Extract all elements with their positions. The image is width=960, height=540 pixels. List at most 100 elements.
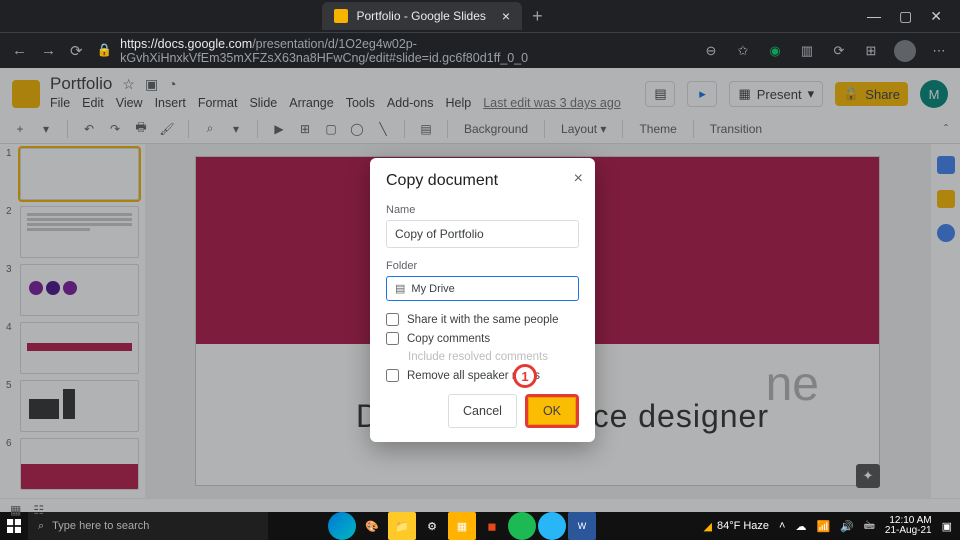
filmstrip-view-icon[interactable]: ☷ — [33, 503, 44, 517]
present-button[interactable]: ▦Present▾ — [729, 81, 823, 107]
menu-view[interactable]: View — [116, 96, 143, 110]
drive-icon: ▤ — [395, 282, 405, 295]
new-tab-button[interactable]: + — [522, 6, 553, 27]
zoom-icon[interactable]: ⊖ — [702, 43, 720, 59]
comment-history-button[interactable]: ▤ — [645, 81, 675, 107]
folder-picker[interactable]: ▤ My Drive — [386, 276, 579, 301]
app-menu-icon[interactable]: ⊞ — [862, 43, 880, 59]
slide-thumb-5[interactable] — [20, 380, 139, 432]
redo-icon[interactable]: ↷ — [107, 122, 123, 136]
share-button[interactable]: 🔒Share — [835, 82, 908, 106]
copy-comments-checkbox[interactable]: Copy comments — [386, 332, 579, 345]
extension-icon[interactable]: ◉ — [766, 43, 784, 59]
keep-addon-icon[interactable] — [937, 190, 955, 208]
forward-icon[interactable]: → — [41, 42, 56, 59]
grid-view-icon[interactable]: ▦ — [10, 503, 21, 517]
slide-thumb-1[interactable]: Your NameDigital experience designer — [20, 148, 139, 200]
window-minimize-icon[interactable]: — — [867, 8, 881, 25]
explore-button[interactable]: ✦ — [856, 464, 880, 488]
tray-chevron-icon[interactable]: ˄ — [779, 520, 785, 532]
slides-panel: 1Your NameDigital experience designer 2 … — [0, 144, 145, 498]
shape-icon[interactable]: ◯ — [349, 122, 365, 136]
more-icon[interactable]: ⋯ — [930, 43, 948, 59]
select-tool-icon[interactable]: ▶ — [271, 122, 287, 136]
slide-thumb-4[interactable] — [20, 322, 139, 374]
paint-format-icon[interactable]: 🖌 — [159, 122, 175, 136]
transition-button[interactable]: Transition — [707, 122, 765, 136]
zoom-tool-icon[interactable]: ⌕ — [202, 121, 218, 136]
remove-notes-checkbox[interactable]: Remove all speaker notes — [386, 369, 579, 382]
textbox-icon[interactable]: ⊞ — [297, 122, 313, 136]
slide-thumb-2[interactable] — [20, 206, 139, 258]
move-icon[interactable]: ▣ — [145, 76, 158, 93]
weather-text: 84°F Haze — [717, 520, 769, 532]
comment-icon[interactable]: ▤ — [418, 122, 434, 136]
share-same-checkbox[interactable]: Share it with the same people — [386, 313, 579, 326]
slide-thumb-3[interactable] — [20, 264, 139, 316]
layout-button[interactable]: Layout ▾ — [558, 122, 609, 136]
notifications-icon[interactable]: ▣ — [942, 520, 952, 533]
browser-avatar[interactable] — [894, 40, 916, 62]
address-bar[interactable]: 🔒 https://docs.google.com/presentation/d… — [97, 37, 688, 65]
tray-wifi-icon[interactable]: 📶 — [816, 520, 830, 533]
theme-button[interactable]: Theme — [636, 122, 679, 136]
name-input[interactable] — [386, 220, 579, 248]
ok-button[interactable]: OK — [528, 397, 576, 425]
background-button[interactable]: Background — [461, 122, 531, 136]
new-slide-icon[interactable]: + — [12, 122, 28, 136]
dialog-title: Copy document — [386, 172, 579, 190]
line-icon[interactable]: ╲ — [375, 122, 391, 136]
menu-addons[interactable]: Add-ons — [387, 96, 434, 110]
sync-icon[interactable]: ⟳ — [830, 43, 848, 59]
menu-tools[interactable]: Tools — [346, 96, 375, 110]
search-placeholder: Type here to search — [52, 520, 149, 532]
menu-arrange[interactable]: Arrange — [289, 96, 333, 110]
weather-widget[interactable]: ◢ 84°F Haze — [703, 520, 769, 533]
ok-button-highlight: OK — [525, 394, 579, 428]
collections-icon[interactable]: ▥ — [798, 43, 816, 59]
cancel-button[interactable]: Cancel — [448, 394, 517, 428]
menu-edit[interactable]: Edit — [82, 96, 104, 110]
slides-logo[interactable] — [12, 80, 40, 108]
app-header: Portfolio ☆ ▣ ◔ File Edit View Insert Fo… — [0, 68, 960, 114]
browser-tabbar: Portfolio - Google Slides × + — ▢ ✕ — [0, 0, 960, 32]
image-icon[interactable]: ▢ — [323, 122, 339, 136]
cloud-status-icon[interactable]: ◔ — [168, 76, 176, 92]
tray-volume-icon[interactable]: 🔊 — [840, 520, 854, 533]
menu-insert[interactable]: Insert — [155, 96, 186, 110]
tray-cloud-icon[interactable]: ☁ — [795, 520, 806, 533]
side-panel — [930, 144, 960, 498]
reload-icon[interactable]: ⟳ — [70, 42, 83, 60]
last-edit-text[interactable]: Last edit was 3 days ago — [483, 96, 621, 110]
window-close-icon[interactable]: ✕ — [930, 8, 942, 25]
menu-file[interactable]: File — [50, 96, 70, 110]
toolbar: + ▾ ↶ ↷ 🖶 🖌 ⌕ ▾ ▶ ⊞ ▢ ◯ ╲ ▤ Background L… — [0, 114, 960, 144]
weather-icon: ◢ — [703, 520, 711, 533]
favorite-icon[interactable]: ✩ — [734, 43, 752, 59]
print-icon[interactable]: 🖶 — [133, 118, 149, 139]
collapse-toolbar-icon[interactable]: ˆ — [944, 122, 948, 136]
undo-icon[interactable]: ↶ — [81, 122, 97, 136]
tab-title: Portfolio - Google Slides — [356, 9, 485, 23]
slide-title-fragment: ne — [766, 357, 819, 412]
folder-label: Folder — [386, 260, 579, 272]
window-maximize-icon[interactable]: ▢ — [899, 8, 912, 25]
menu-format[interactable]: Format — [198, 96, 238, 110]
star-icon[interactable]: ☆ — [122, 76, 135, 93]
annotation-callout: 1 — [513, 364, 537, 388]
close-tab-icon[interactable]: × — [502, 8, 510, 24]
browser-tab[interactable]: Portfolio - Google Slides × — [322, 2, 522, 30]
menu-slide[interactable]: Slide — [249, 96, 277, 110]
close-dialog-icon[interactable]: × — [574, 170, 583, 188]
slide-thumb-6[interactable] — [20, 438, 139, 490]
menu-help[interactable]: Help — [445, 96, 471, 110]
slideshow-button[interactable]: ▸ — [687, 81, 717, 107]
account-avatar[interactable]: M — [920, 80, 948, 108]
chevron-down-icon[interactable]: ▾ — [38, 122, 54, 136]
doc-title[interactable]: Portfolio — [50, 74, 112, 94]
copy-document-dialog: × Copy document Name Folder ▤ My Drive S… — [370, 158, 595, 442]
chevron-down-icon[interactable]: ▾ — [228, 122, 244, 136]
tasks-addon-icon[interactable] — [937, 224, 955, 242]
back-icon[interactable]: ← — [12, 42, 27, 59]
calendar-addon-icon[interactable] — [937, 156, 955, 174]
